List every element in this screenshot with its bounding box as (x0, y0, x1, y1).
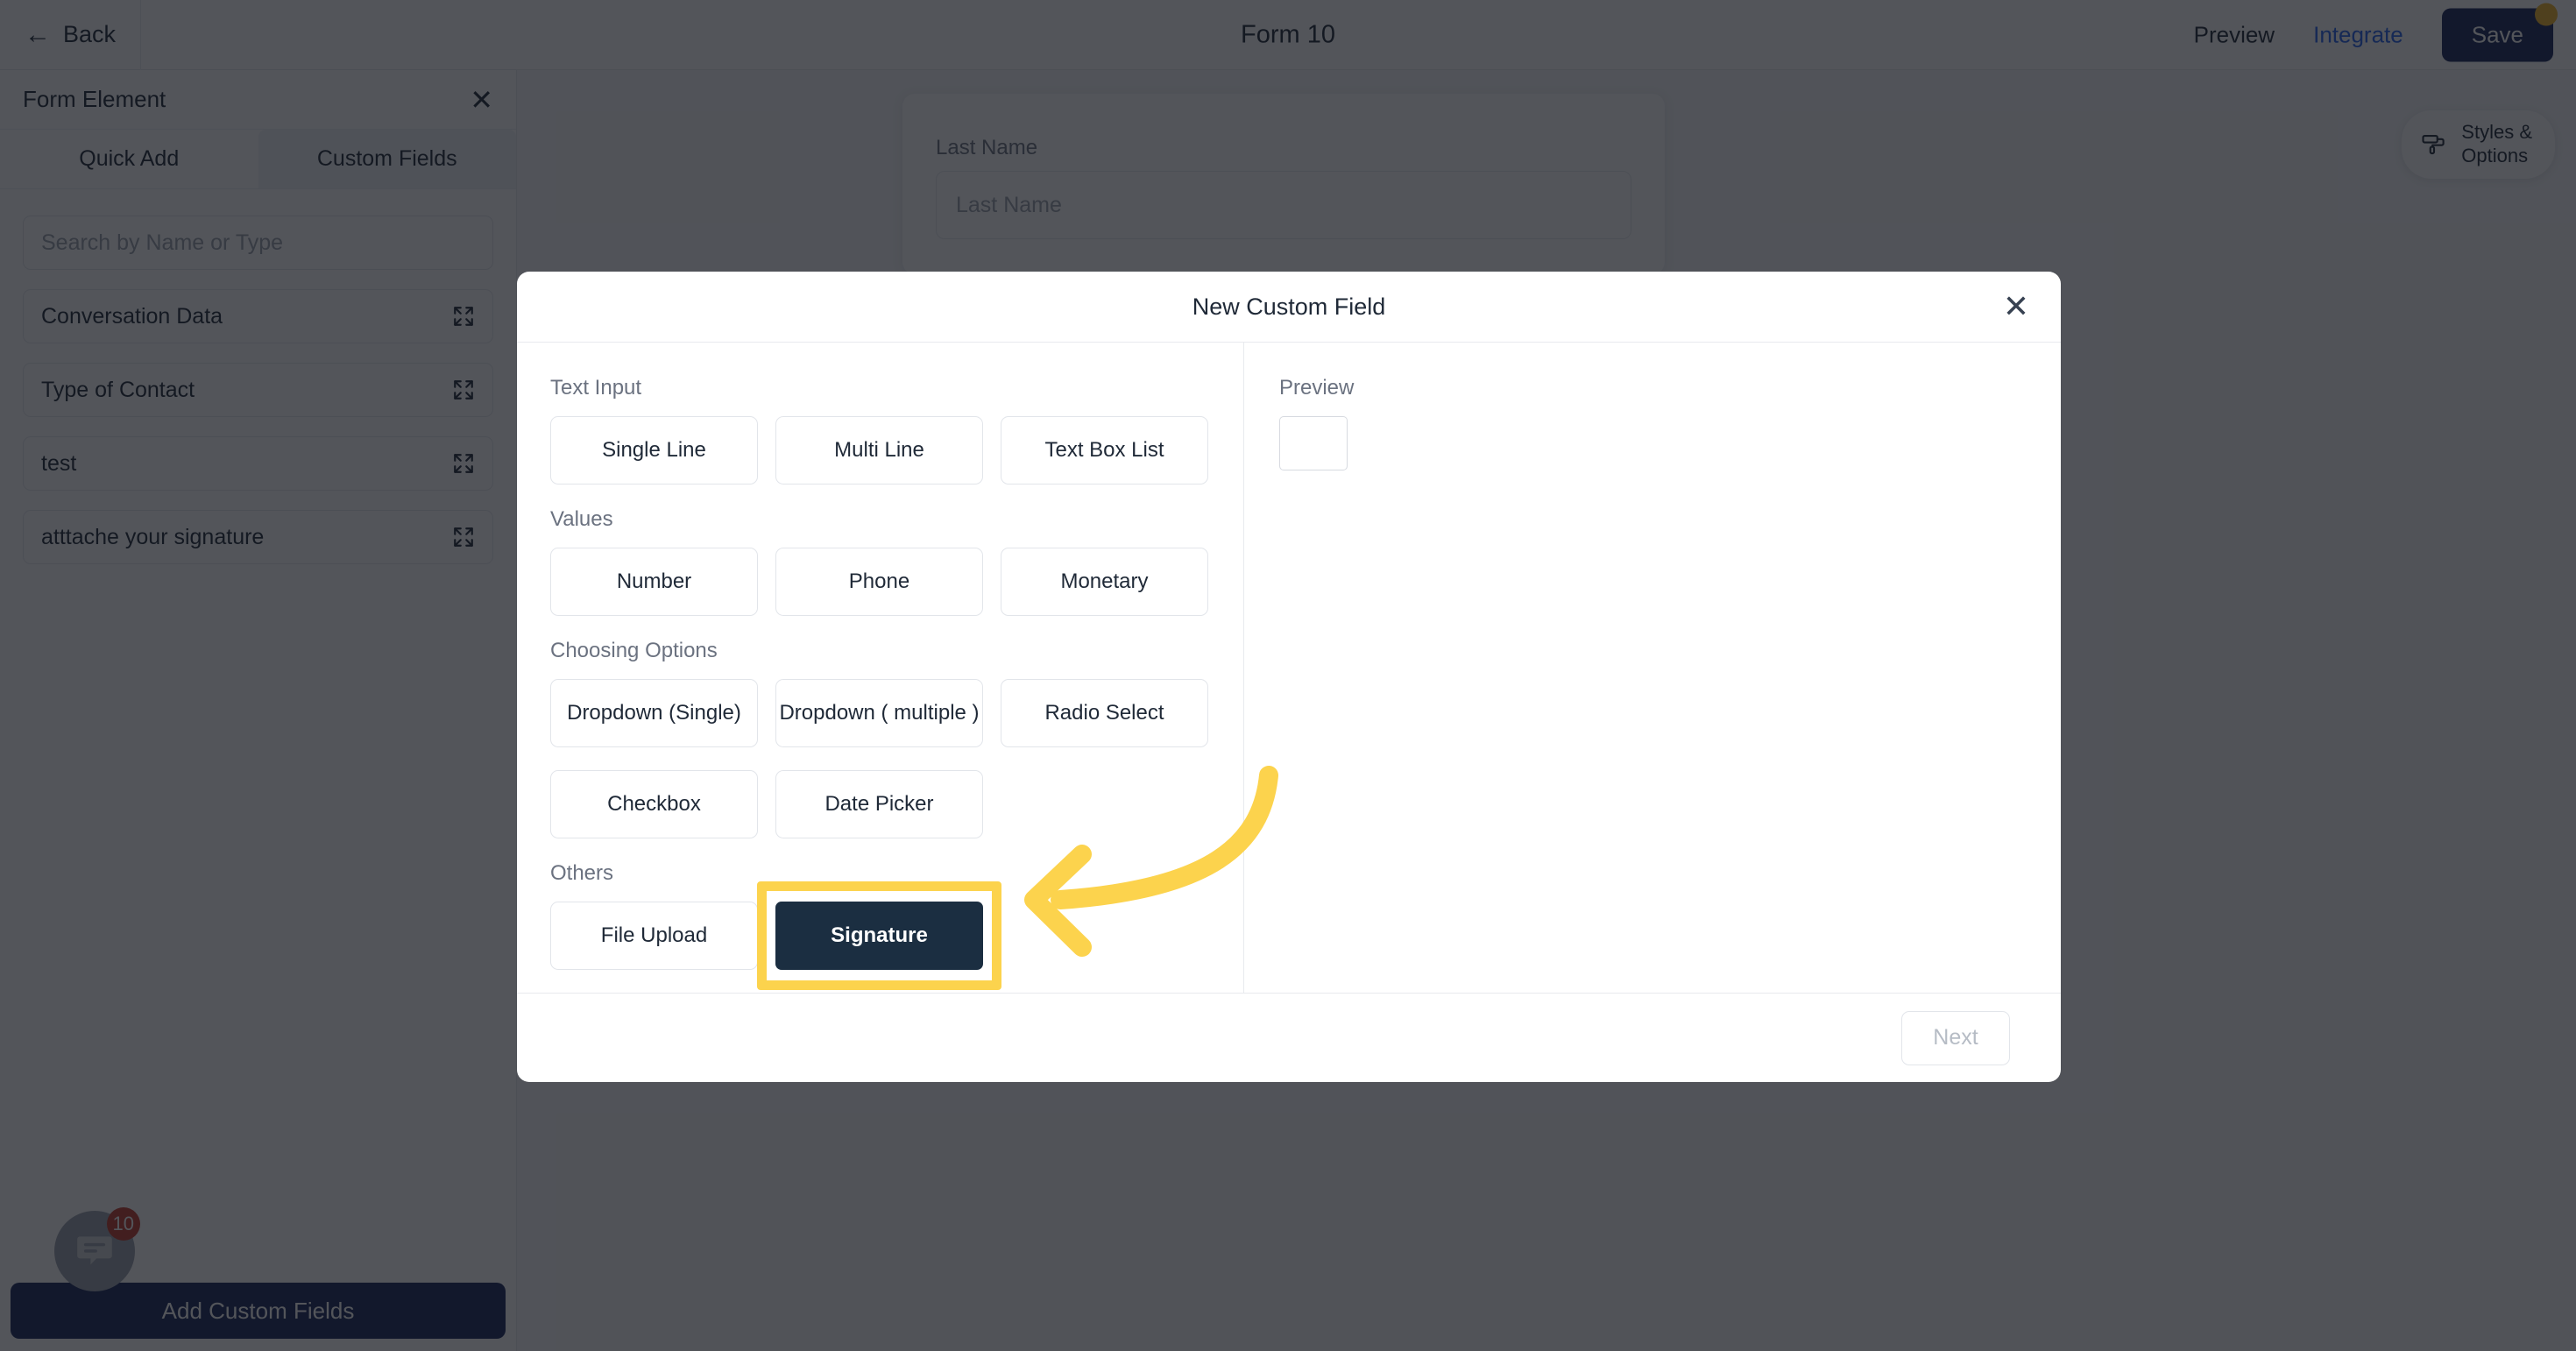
type-row: Dropdown (Single) Dropdown ( multiple ) … (550, 679, 1243, 748)
modal-footer: Next (517, 993, 2061, 1082)
signature-slot: Signature (757, 881, 1001, 991)
type-option-dropdown-multiple[interactable]: Dropdown ( multiple ) (775, 679, 983, 748)
type-option-checkbox[interactable]: Checkbox (550, 770, 758, 839)
field-type-picker: Text Input Single Line Multi Line Text B… (517, 343, 1244, 994)
type-row: Number Phone Monetary (550, 548, 1243, 617)
modal-title: New Custom Field (1192, 293, 1386, 320)
type-option-multi-line[interactable]: Multi Line (775, 416, 983, 485)
type-option-text-box-list[interactable]: Text Box List (1001, 416, 1208, 485)
type-row: File Upload Signature (550, 881, 1243, 991)
new-custom-field-modal: New Custom Field ✕ Text Input Single Lin… (517, 272, 2061, 1082)
type-row: Checkbox Date Picker (550, 770, 1243, 839)
group-title-text-input: Text Input (550, 376, 642, 400)
type-option-dropdown-single[interactable]: Dropdown (Single) (550, 679, 758, 748)
modal-body: Text Input Single Line Multi Line Text B… (517, 343, 2061, 994)
type-option-number[interactable]: Number (550, 548, 758, 617)
next-button[interactable]: Next (1901, 1010, 2010, 1065)
group-title-choosing-options: Choosing Options (550, 639, 718, 663)
type-option-monetary[interactable]: Monetary (1001, 548, 1208, 617)
modal-header: New Custom Field ✕ (517, 272, 2061, 343)
app-root: ← Back Form 10 Preview Integrate Save St… (0, 0, 2576, 1351)
preview-pane: Preview (1244, 343, 2061, 993)
type-option-radio-select[interactable]: Radio Select (1001, 679, 1208, 748)
type-row: Single Line Multi Line Text Box List (550, 416, 1243, 485)
type-option-date-picker[interactable]: Date Picker (775, 770, 983, 839)
signature-highlight-annotation: Signature (757, 881, 1001, 991)
close-icon[interactable]: ✕ (2003, 291, 2029, 322)
preview-title: Preview (1279, 376, 1355, 400)
preview-placeholder-box (1279, 416, 1348, 471)
group-title-values: Values (550, 507, 613, 532)
type-option-single-line[interactable]: Single Line (550, 416, 758, 485)
type-option-phone[interactable]: Phone (775, 548, 983, 617)
type-option-file-upload[interactable]: File Upload (550, 902, 758, 971)
type-option-signature[interactable]: Signature (775, 902, 983, 971)
